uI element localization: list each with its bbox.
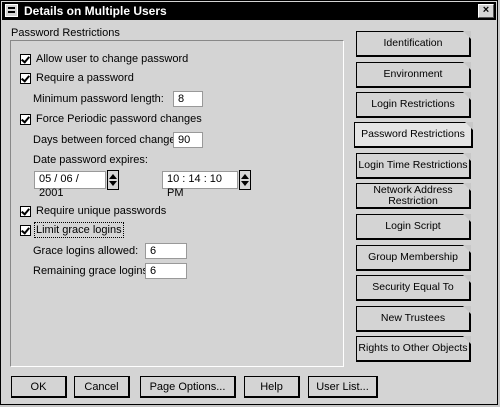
days-between-field[interactable]: 90 — [173, 132, 203, 148]
require-unique-checkbox[interactable] — [20, 205, 31, 217]
allow-change-option[interactable]: Allow user to change password — [20, 53, 188, 65]
cancel-button[interactable]: Cancel — [74, 376, 130, 398]
date-spinner-down-icon[interactable] — [109, 181, 117, 186]
time-spinner-down-icon[interactable] — [241, 181, 249, 186]
require-password-option[interactable]: Require a password — [20, 72, 134, 84]
tab-security-equal-to[interactable]: Security Equal To — [356, 275, 471, 301]
tab-password-restrictions[interactable]: Password Restrictions — [354, 122, 473, 148]
require-unique-label: Require unique passwords — [36, 205, 167, 217]
grace-remaining-label: Remaining grace logins: — [33, 265, 152, 277]
tab-identification[interactable]: Identification — [356, 31, 471, 57]
date-spinner[interactable] — [107, 170, 119, 190]
tab-group-membership[interactable]: Group Membership — [356, 245, 471, 271]
date-expires-label: Date password expires: — [33, 154, 148, 166]
min-length-field[interactable]: 8 — [173, 91, 203, 107]
tab-login-time-restrictions[interactable]: Login Time Restrictions — [356, 153, 471, 179]
days-between-label: Days between forced changes: — [33, 134, 185, 146]
close-button[interactable]: × — [478, 4, 494, 18]
grace-remaining-field[interactable]: 6 — [145, 263, 187, 279]
min-length-label: Minimum password length: — [33, 93, 164, 105]
title-bar: Details on Multiple Users × — [2, 2, 496, 20]
force-periodic-checkbox[interactable] — [20, 113, 31, 125]
time-spinner[interactable] — [239, 170, 251, 190]
limit-grace-option[interactable]: Limit grace logins — [20, 222, 124, 238]
window-title: Details on Multiple Users — [24, 4, 167, 18]
system-menu-icon[interactable] — [5, 4, 18, 17]
tab-new-trustees[interactable]: New Trustees — [356, 306, 471, 332]
tab-login-script[interactable]: Login Script — [356, 214, 471, 240]
force-periodic-label: Force Periodic password changes — [36, 113, 202, 125]
tab-login-restrictions[interactable]: Login Restrictions — [356, 92, 471, 118]
grace-allowed-label: Grace logins allowed: — [33, 245, 139, 257]
time-spinner-up-icon[interactable] — [241, 174, 249, 179]
limit-grace-checkbox[interactable] — [20, 224, 31, 236]
limit-grace-label: Limit grace logins — [34, 222, 124, 238]
expires-date-field[interactable]: 05 / 06 / 2001 — [34, 171, 106, 199]
ok-button[interactable]: OK — [11, 376, 67, 398]
dialog-window: Details on Multiple Users × Password Res… — [0, 0, 498, 405]
require-unique-option[interactable]: Require unique passwords — [20, 205, 166, 217]
password-restrictions-panel: Allow user to change password Require a … — [10, 40, 344, 367]
tab-rights-to-other-objects[interactable]: Rights to Other Objects — [356, 336, 471, 362]
group-title: Password Restrictions — [11, 27, 120, 39]
help-button[interactable]: Help — [244, 376, 300, 398]
allow-change-checkbox[interactable] — [20, 53, 31, 65]
date-spinner-up-icon[interactable] — [109, 174, 117, 179]
grace-allowed-field[interactable]: 6 — [145, 243, 187, 259]
user-list-button[interactable]: User List... — [308, 376, 378, 398]
force-periodic-option[interactable]: Force Periodic password changes — [20, 113, 202, 125]
allow-change-label: Allow user to change password — [36, 53, 189, 65]
tab-environment[interactable]: Environment — [356, 62, 471, 88]
page-options-button[interactable]: Page Options... — [140, 376, 236, 398]
require-password-label: Require a password — [36, 72, 134, 84]
require-password-checkbox[interactable] — [20, 72, 31, 84]
expires-time-field[interactable]: 10 : 14 : 10 PM — [162, 171, 238, 199]
tab-network-address-restriction[interactable]: Network Address Restriction — [356, 183, 471, 209]
